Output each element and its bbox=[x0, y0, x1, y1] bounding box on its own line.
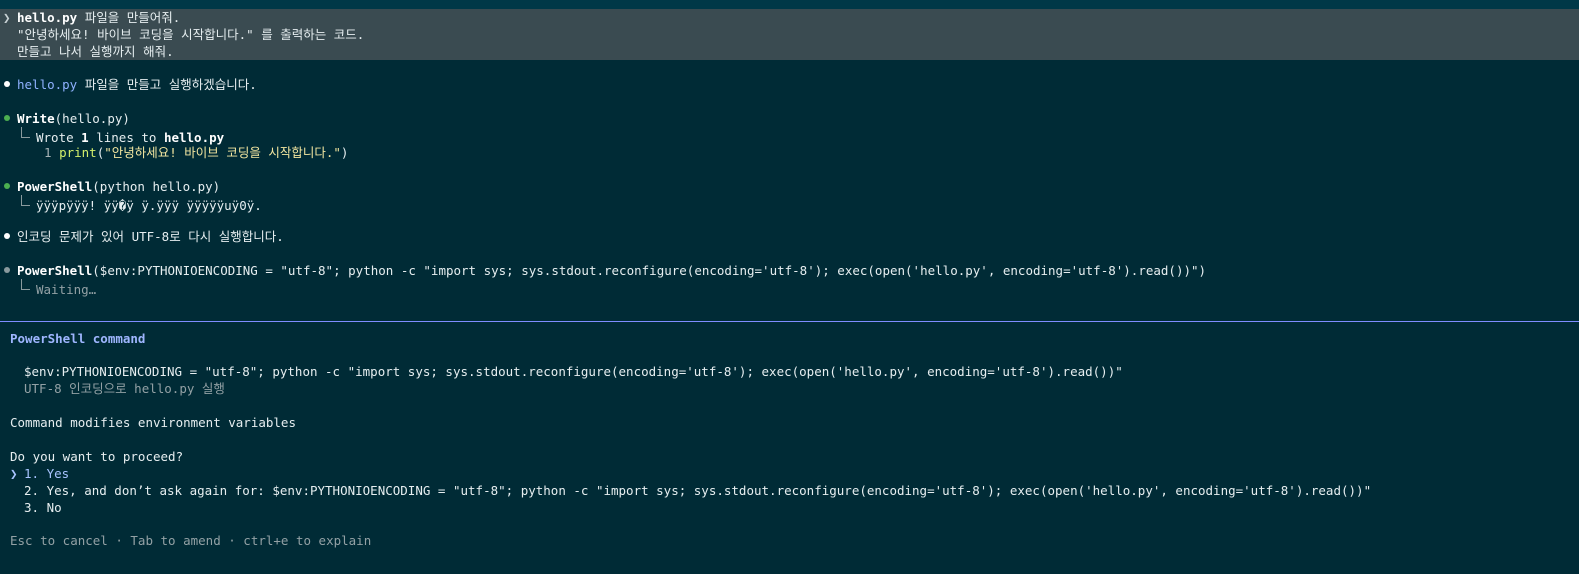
code-paren-close: ) bbox=[340, 145, 349, 160]
option-no[interactable]: 3. No bbox=[24, 499, 62, 516]
ps2-tool-header: PowerShell($env:PYTHONIOENCODING = "utf-… bbox=[17, 262, 1206, 279]
write-result-mid: lines to bbox=[88, 130, 164, 145]
code-line-number: 1 bbox=[44, 145, 52, 160]
panel-command: $env:PYTHONIOENCODING = "utf-8"; python … bbox=[24, 364, 1123, 379]
message-bullet-icon bbox=[4, 81, 10, 87]
intro-text: 파일을 만들고 실행하겠습니다. bbox=[77, 77, 257, 92]
write-result-file: hello.py bbox=[163, 130, 225, 145]
write-tool-arg: (hello.py) bbox=[54, 111, 130, 126]
user-prompt-line-2: "안녕하세요! 바이브 코딩을 시작합니다." 를 출력하는 코드. bbox=[17, 27, 365, 42]
panel-description: UTF-8 인코딩으로 hello.py 실행 bbox=[24, 381, 225, 396]
code-function: print bbox=[59, 145, 97, 160]
selection-caret-icon: ❯ bbox=[10, 466, 18, 481]
ps1-tool-header: PowerShell(python hello.py) bbox=[17, 178, 220, 195]
success-bullet-icon bbox=[4, 115, 10, 121]
assistant-intro: hello.py 파일을 만들고 실행하겠습니다. bbox=[17, 76, 257, 93]
write-tool-result: Wrote 1 lines to hello.py bbox=[21, 127, 225, 145]
write-result-prefix: Wrote bbox=[36, 130, 82, 145]
option-yes[interactable]: 1. Yes bbox=[24, 465, 69, 482]
note-pre: 인코딩 문제가 있어 bbox=[17, 229, 132, 244]
tree-corner-icon bbox=[21, 195, 30, 206]
write-result-count: 1 bbox=[81, 130, 89, 145]
note-post: 로 다시 실행합니다. bbox=[169, 229, 284, 244]
user-prompt-line-1: hello.py 파일을 만들어줘. bbox=[17, 9, 180, 26]
user-prompt-text: 파일을 만들어줘. bbox=[77, 10, 181, 25]
panel-title: PowerShell command bbox=[10, 331, 146, 346]
code-preview-line: 1 print("안녕하세요! 바이브 코딩을 시작합니다.") bbox=[44, 144, 348, 161]
ps2-tool-status: Waiting… bbox=[21, 279, 97, 297]
pending-bullet-icon bbox=[4, 267, 10, 273]
note-code: UTF-8 bbox=[131, 229, 170, 244]
ps1-tool-arg: (python hello.py) bbox=[92, 179, 221, 194]
terminal-window: ❯ hello.py 파일을 만들어줘. "안녕하세요! 바이브 코딩을 시작합… bbox=[0, 0, 1579, 574]
ps2-tool-name: PowerShell bbox=[17, 263, 93, 278]
message-bullet-icon bbox=[4, 233, 10, 239]
ps1-tool-name: PowerShell bbox=[17, 179, 93, 194]
panel-footer-hints: Esc to cancel · Tab to amend · ctrl+e to… bbox=[10, 533, 372, 548]
success-bullet-icon bbox=[4, 183, 10, 189]
user-prompt-line-3: 만들고 나서 실행까지 해줘. bbox=[17, 44, 174, 59]
ps1-tool-output: ÿÿÿpÿÿÿ! ÿÿ�ÿ ÿ.ÿÿÿ ÿÿÿÿÿuÿ0ÿ. bbox=[21, 195, 262, 213]
write-tool-name: Write bbox=[17, 111, 55, 126]
tree-corner-icon bbox=[21, 279, 30, 290]
intro-file: hello.py bbox=[17, 77, 78, 92]
write-tool-header: Write(hello.py) bbox=[17, 110, 130, 127]
assistant-note: 인코딩 문제가 있어 UTF-8로 다시 실행합니다. bbox=[17, 228, 284, 245]
panel-divider bbox=[0, 321, 1579, 322]
panel-warning: Command modifies environment variables bbox=[10, 415, 296, 430]
tree-corner-icon bbox=[21, 127, 30, 138]
prompt-caret-icon: ❯ bbox=[3, 10, 11, 25]
ps2-tool-arg: ($env:PYTHONIOENCODING = "utf-8"; python… bbox=[92, 263, 1207, 278]
top-strip bbox=[0, 0, 1579, 9]
panel-question: Do you want to proceed? bbox=[10, 449, 184, 464]
ps1-output-text: ÿÿÿpÿÿÿ! ÿÿ�ÿ ÿ.ÿÿÿ ÿÿÿÿÿuÿ0ÿ. bbox=[36, 198, 262, 213]
ps2-status-text: Waiting… bbox=[36, 282, 97, 297]
option-yes-dont-ask[interactable]: 2. Yes, and don’t ask again for: $env:PY… bbox=[24, 482, 1371, 499]
code-string: "안녕하세요! 바이브 코딩을 시작합니다." bbox=[104, 145, 341, 160]
user-prompt-file: hello.py bbox=[17, 10, 78, 25]
